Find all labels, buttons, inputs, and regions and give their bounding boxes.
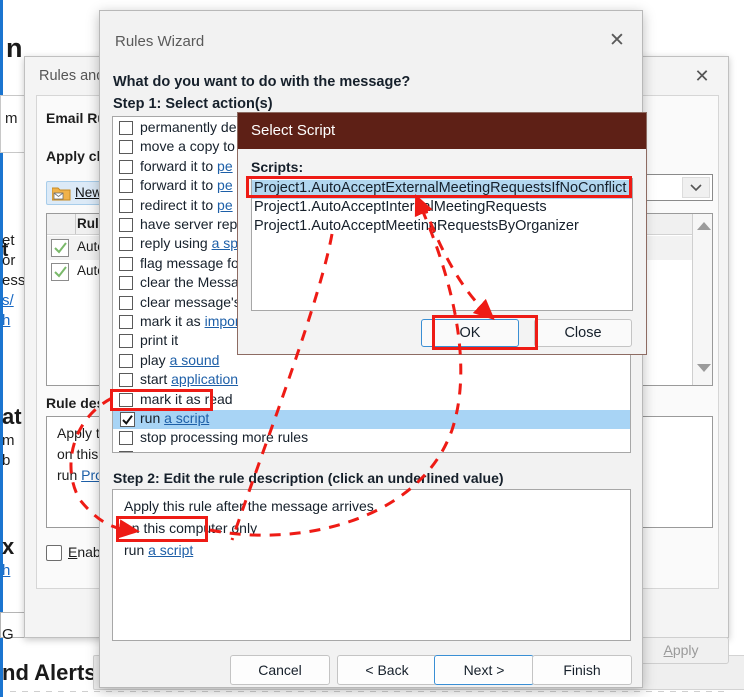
action-link[interactable]: pe — [217, 177, 233, 193]
rule-enabled-checkbox[interactable] — [51, 239, 69, 257]
page-link-1[interactable]: s/ — [2, 292, 14, 309]
page-frag-6: m — [2, 432, 15, 449]
finish-button[interactable]: Finish — [532, 655, 632, 685]
triangle-down-icon[interactable] — [697, 364, 711, 372]
cancel-button[interactable]: Cancel — [230, 655, 330, 685]
action-checkbox[interactable] — [119, 276, 133, 291]
rule-enabled-checkbox[interactable] — [51, 263, 69, 281]
page-frag-5: at — [2, 404, 22, 429]
new-rule-folder-icon — [51, 186, 71, 201]
action-checkbox[interactable] — [119, 198, 133, 213]
page-frag-8: x — [2, 534, 15, 559]
triangle-up-icon[interactable] — [697, 222, 711, 230]
action-label: start application — [140, 371, 239, 388]
page-footer-heading: nd Alerts — [2, 660, 97, 685]
action-link[interactable]: application — [171, 371, 238, 387]
action-checkbox[interactable] — [119, 218, 133, 232]
step1-label: Step 1: Select action(s) — [113, 96, 273, 112]
action-checkbox[interactable] — [119, 140, 133, 155]
action-link[interactable]: a sp — [212, 235, 238, 251]
description-link-a-script[interactable]: a script — [148, 542, 193, 558]
action-label: mark it as impor — [140, 313, 240, 329]
action-label: clear message's — [140, 293, 241, 310]
action-label: forward it to pe — [140, 157, 233, 174]
annotation-box-run-a-script-description — [116, 516, 208, 542]
action-link[interactable]: pe — [217, 158, 233, 174]
step2-label: Step 2: Edit the rule description (click… — [113, 470, 504, 486]
apply-button-label: Apply — [663, 642, 699, 658]
action-label: reply using a sp — [140, 235, 239, 252]
close-button[interactable]: Close — [534, 319, 632, 347]
page-frag-3: or — [2, 252, 16, 269]
page-frag-7: b — [2, 452, 11, 469]
action-checkbox[interactable] — [119, 256, 133, 271]
action-checkbox[interactable] — [119, 295, 133, 310]
action-checkbox[interactable] — [119, 237, 133, 252]
action-label: clear the Messa — [140, 274, 239, 291]
action-label: move a copy to — [140, 138, 235, 155]
next-button[interactable]: Next > — [434, 655, 534, 685]
page-frag-4: ess — [2, 272, 26, 289]
action-checkbox[interactable] — [119, 179, 133, 194]
screenshot-root: n m t et or ess s/ h at m b x h G nd Ale… — [0, 0, 744, 697]
close-icon[interactable]: ✕ — [600, 27, 634, 55]
action-label: play a sound — [140, 351, 220, 368]
action-checkbox[interactable] — [119, 315, 133, 329]
annotation-box-run-a-script-action — [110, 389, 213, 411]
annotation-box-selected-script — [246, 176, 632, 198]
page-link-3[interactable]: h — [2, 562, 10, 579]
action-label: redirect it to pe — [140, 196, 233, 213]
description-line-run-a-script: run a script — [124, 542, 194, 558]
action-checkbox[interactable] — [119, 431, 133, 446]
action-link[interactable]: a specific message — [187, 449, 306, 452]
script-list-item[interactable]: Project1.AutoAcceptMeetingRequestsByOrga… — [252, 218, 632, 237]
wizard-button-bar: Cancel < Back Next > Finish — [100, 655, 642, 689]
select-script-title: Select Script — [251, 122, 336, 139]
action-label: run a script — [140, 410, 210, 426]
action-link[interactable]: pe — [217, 197, 233, 213]
list-item-run-a-script[interactable]: run a script — [113, 410, 630, 431]
rule-description-editor[interactable]: Apply this rule after the message arrive… — [112, 489, 631, 641]
close-icon[interactable]: ✕ — [686, 63, 718, 89]
annotation-box-ok-button — [432, 315, 538, 350]
wizard-question: What do you want to do with the message? — [113, 74, 411, 90]
action-link-a-script[interactable]: a script — [164, 410, 209, 426]
description-line: Apply this rule after the message arrive… — [124, 498, 374, 514]
page-frag-9: G — [2, 626, 14, 643]
action-checkbox[interactable] — [119, 353, 133, 368]
action-checkbox[interactable] — [119, 450, 133, 452]
action-label: permanently de — [140, 119, 237, 135]
action-link[interactable]: impor — [205, 313, 240, 329]
action-checkbox[interactable] — [119, 159, 133, 174]
back-button[interactable]: < Back — [337, 655, 437, 685]
action-label: have server repl — [140, 216, 241, 232]
action-checkbox[interactable] — [119, 373, 133, 388]
script-list-item[interactable]: Project1.AutoAcceptInternalMeetingReques… — [252, 199, 632, 218]
list-item[interactable]: stop processing more rules — [113, 429, 630, 448]
page-footer-divider — [10, 691, 730, 692]
action-link[interactable]: a sound — [170, 352, 220, 368]
apply-button[interactable]: Apply — [633, 637, 729, 664]
page-box-text: m — [5, 110, 18, 127]
list-item[interactable]: start application — [113, 371, 630, 390]
chevron-down-icon[interactable] — [682, 177, 710, 198]
grid-header-check-col — [47, 214, 76, 234]
checkmark-icon[interactable] — [120, 412, 136, 431]
scripts-label: Scripts: — [251, 159, 304, 175]
action-checkbox[interactable] — [119, 121, 133, 135]
list-item[interactable]: display a specific message in the New It… — [113, 449, 630, 452]
page-link-2[interactable]: h — [2, 312, 10, 329]
action-label: display a specific message in the New It… — [140, 449, 490, 452]
action-label: forward it to pe — [140, 177, 233, 194]
action-label: stop processing more rules — [140, 429, 309, 446]
action-label: print it — [140, 332, 179, 349]
action-label: flag message fo — [140, 254, 239, 271]
select-script-titlebar: Select Script — [238, 113, 646, 149]
page-frag-2: et — [2, 232, 15, 249]
action-checkbox[interactable] — [119, 334, 133, 349]
rules-grid-scrollbar[interactable] — [692, 214, 712, 385]
enable-rules-checkbox[interactable] — [46, 545, 62, 561]
rules-wizard-title: Rules Wizard — [115, 33, 205, 50]
page-heading-fragment: n — [6, 33, 23, 63]
